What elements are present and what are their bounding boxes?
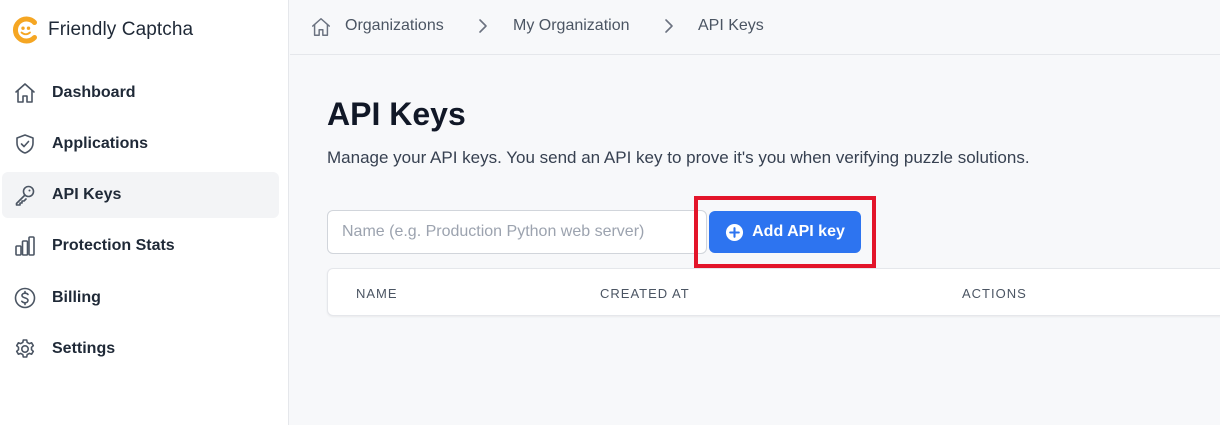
sidebar-item-api-keys[interactable]: API Keys bbox=[2, 172, 279, 218]
column-header-name[interactable]: NAME bbox=[356, 286, 398, 301]
shield-icon bbox=[12, 131, 38, 157]
column-header-created-at[interactable]: CREATED AT bbox=[600, 286, 690, 301]
sidebar-item-label: Dashboard bbox=[52, 84, 136, 101]
plus-circle-icon bbox=[726, 223, 744, 241]
chevron-right-icon bbox=[476, 17, 490, 35]
bar-chart-icon bbox=[12, 233, 38, 259]
sidebar-item-applications[interactable]: Applications bbox=[2, 121, 279, 167]
api-keys-table: NAME CREATED AT ACTIONS bbox=[327, 268, 1220, 316]
api-key-name-input[interactable] bbox=[327, 210, 707, 254]
key-icon bbox=[12, 182, 38, 208]
sidebar-item-label: Settings bbox=[52, 340, 116, 357]
breadcrumb-api-keys[interactable]: API Keys bbox=[698, 17, 764, 35]
sidebar-item-label: Billing bbox=[52, 289, 101, 306]
sidebar-item-billing[interactable]: Billing bbox=[2, 275, 279, 321]
sidebar-item-label: Protection Stats bbox=[52, 237, 175, 254]
chevron-right-icon bbox=[662, 17, 676, 35]
sidebar: Friendly Captcha Dashboard Applications … bbox=[0, 0, 289, 425]
page-title: API Keys bbox=[327, 96, 466, 132]
sidebar-item-settings[interactable]: Settings bbox=[2, 326, 279, 372]
gear-icon bbox=[12, 336, 38, 362]
home-icon bbox=[12, 80, 38, 106]
breadcrumb-my-organization[interactable]: My Organization bbox=[513, 17, 630, 35]
dollar-circle-icon bbox=[12, 285, 38, 311]
breadcrumb-organizations[interactable]: Organizations bbox=[345, 17, 444, 35]
column-header-actions: ACTIONS bbox=[962, 286, 1027, 301]
brand-logo[interactable]: Friendly Captcha bbox=[12, 15, 193, 45]
sidebar-item-label: Applications bbox=[52, 135, 149, 152]
sidebar-item-dashboard[interactable]: Dashboard bbox=[2, 70, 279, 116]
add-api-key-label: Add API key bbox=[752, 223, 845, 240]
page-description: Manage your API keys. You send an API ke… bbox=[327, 148, 1030, 167]
breadcrumb: Organizations My Organization API Keys bbox=[290, 0, 1220, 55]
brand-name: Friendly Captcha bbox=[48, 19, 194, 40]
home-icon[interactable] bbox=[310, 16, 332, 38]
friendly-captcha-logo-icon bbox=[12, 16, 37, 44]
sidebar-item-protection-stats[interactable]: Protection Stats bbox=[2, 223, 279, 269]
add-api-key-button[interactable]: Add API key bbox=[709, 211, 861, 253]
sidebar-item-label: API Keys bbox=[52, 186, 122, 203]
